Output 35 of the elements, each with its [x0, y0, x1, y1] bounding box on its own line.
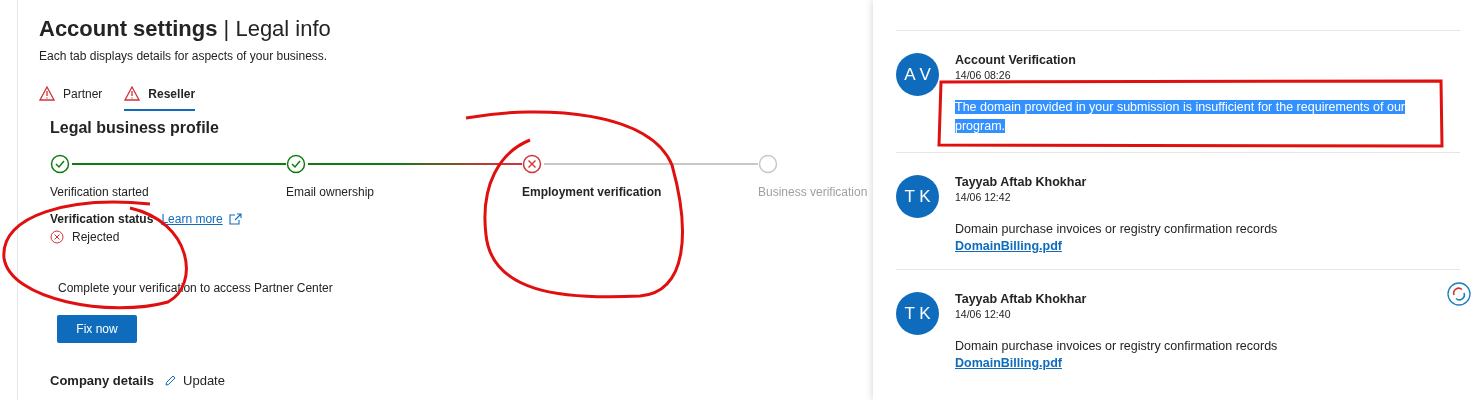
status-text: Rejected — [72, 230, 120, 244]
learn-more-link[interactable]: Learn more — [161, 212, 242, 226]
fix-now-button[interactable]: Fix now — [57, 315, 137, 343]
warning-icon — [124, 86, 141, 101]
message-author: Account Verification — [955, 53, 1077, 67]
message-author: Tayyab Aftab Khokhar — [955, 175, 1088, 189]
avatar: A V — [896, 53, 939, 96]
tab[interactable]: Reseller — [124, 84, 196, 111]
message-time: 14/06 12:42 — [955, 191, 1012, 203]
selected-text: The domain provided in your submission is insufficient for the requirements of our program. — [955, 99, 1406, 135]
tab[interactable]: Partner — [39, 84, 103, 111]
avatar: T K — [896, 292, 939, 335]
section-heading: Company details — [50, 373, 155, 388]
message-text: Domain purchase invoices or registry confirmation records — [955, 338, 1279, 355]
warning-icon — [39, 86, 55, 101]
external-link-icon — [228, 213, 242, 225]
message-time: 14/06 08:26 — [955, 69, 1012, 81]
step-label: Verification started — [50, 185, 149, 199]
sync-icon[interactable] — [1447, 282, 1471, 306]
step-label: Business verification — [758, 185, 868, 199]
page-description: Each tab displays details for aspects of your business. — [39, 49, 329, 63]
pencil-icon — [164, 374, 178, 387]
page-title: Account settings | Legal info — [39, 16, 331, 42]
attachment-link[interactable]: DomainBilling.pdf — [955, 356, 1062, 370]
message-time: 14/06 12:40 — [955, 308, 1012, 320]
section-heading: Legal business profile — [50, 119, 220, 137]
message-author: Tayyab Aftab Khokhar — [955, 292, 1088, 306]
status-label: Verification status — [50, 212, 154, 226]
attachment-link[interactable]: DomainBilling.pdf — [955, 239, 1062, 253]
avatar: T K — [896, 175, 939, 218]
error-circle-icon — [50, 230, 64, 244]
step-label: Employment verification — [522, 185, 662, 199]
message-text: Domain purchase invoices or registry confirmation records — [955, 221, 1279, 238]
step-label: Email ownership — [286, 185, 375, 199]
update-link[interactable]: Update — [164, 373, 225, 388]
